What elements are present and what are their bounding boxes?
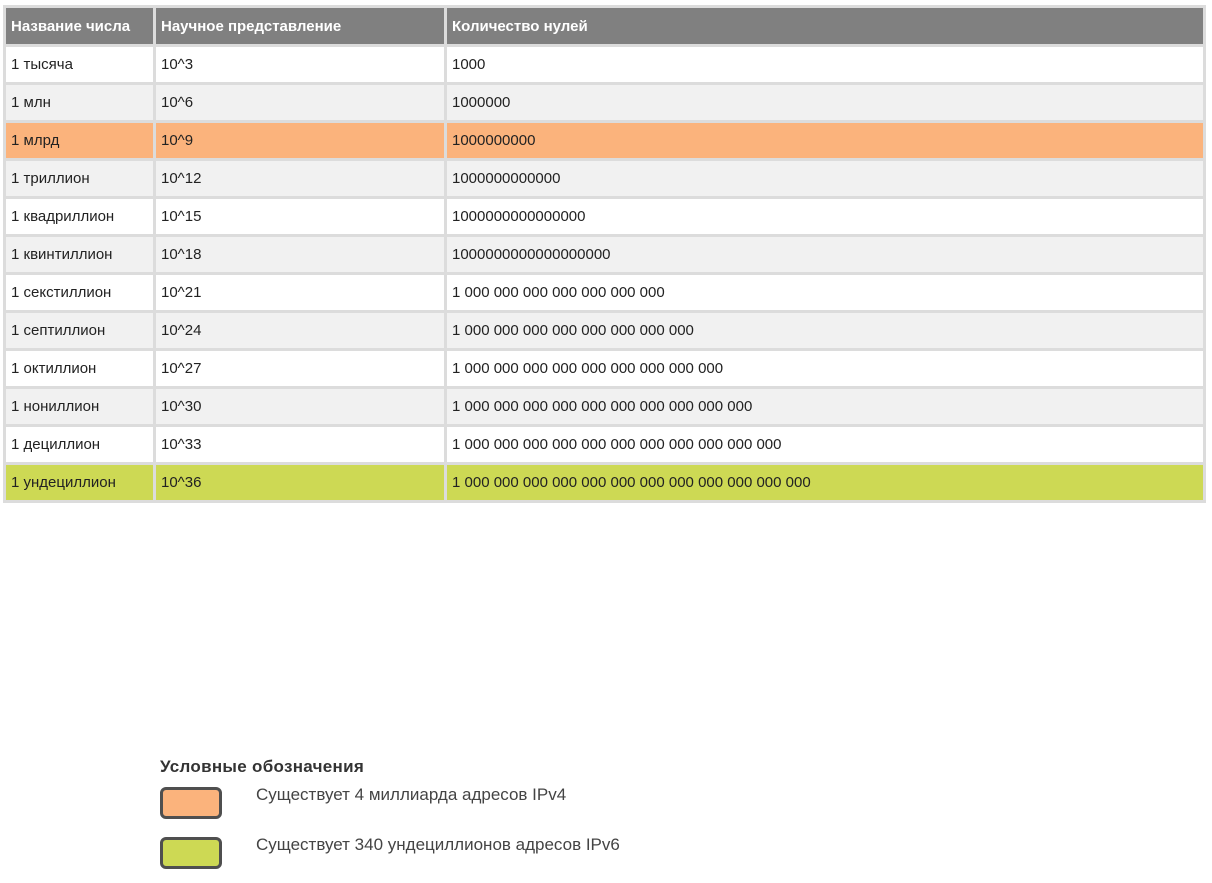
- table-row: 1 секстиллион 10^21 1 000 000 000 000 000 …: [6, 275, 1203, 310]
- cell-number-name: 1 ундециллион: [6, 465, 153, 500]
- cell-zero-count: 1000000000000: [447, 161, 1203, 196]
- cell-zero-count: 1000: [447, 47, 1203, 82]
- table-row: 1 ундециллион 10^36 1 000 000 000 000 000 …: [6, 465, 1203, 500]
- cell-scientific-notation: 10^9: [156, 123, 444, 158]
- ipv6-color-swatch: [160, 837, 222, 869]
- cell-number-name: 1 млрд: [6, 123, 153, 158]
- ipv4-color-swatch: [160, 787, 222, 819]
- table-row: 1 октиллион 10^27 1 000 000 000 000 000 00…: [6, 351, 1203, 386]
- cell-number-name: 1 квинтиллион: [6, 237, 153, 272]
- cell-number-name: 1 секстиллион: [6, 275, 153, 310]
- cell-number-name: 1 триллион: [6, 161, 153, 196]
- cell-zero-count: 1 000 000 000 000 000 000 000 000 000 00…: [447, 465, 1203, 500]
- cell-scientific-notation: 10^36: [156, 465, 444, 500]
- cell-scientific-notation: 10^3: [156, 47, 444, 82]
- header-scientific-notation: Научное представление: [156, 8, 444, 44]
- cell-zero-count: 1000000: [447, 85, 1203, 120]
- cell-scientific-notation: 10^21: [156, 275, 444, 310]
- cell-zero-count: 1000000000: [447, 123, 1203, 158]
- legend-title: Условные обозначения: [160, 757, 365, 776]
- table-row: 1 млрд 10^9 1000000000: [6, 123, 1203, 158]
- header-zero-count: Количество нулей: [447, 8, 1203, 44]
- table-row: 1 септиллион 10^24 1 000 000 000 000 000 0…: [6, 313, 1203, 348]
- table-row: 1 квинтиллион 10^18 1000000000000000000: [6, 237, 1203, 272]
- legend-item-ipv6: Существует 340 ундециллионов адресов IPv…: [160, 835, 860, 883]
- page: Название числа Научное представление Кол…: [0, 0, 1212, 883]
- cell-number-name: 1 октиллион: [6, 351, 153, 386]
- table-body: 1 тысяча 10^3 1000 1 млн 10^6 1000000 1 млрд 10…: [6, 47, 1203, 500]
- table-row: 1 млн 10^6 1000000: [6, 85, 1203, 120]
- cell-number-name: 1 дециллион: [6, 427, 153, 462]
- cell-zero-count: 1 000 000 000 000 000 000 000: [447, 275, 1203, 310]
- cell-zero-count: 1000000000000000000: [447, 237, 1203, 272]
- header-number-name: Название числа: [6, 8, 153, 44]
- cell-zero-count: 1 000 000 000 000 000 000 000 000 000 00…: [447, 389, 1203, 424]
- legend-label-ipv4: Существует 4 миллиарда адресов IPv4: [256, 785, 567, 804]
- cell-number-name: 1 квадриллион: [6, 199, 153, 234]
- table-row: 1 квадриллион 10^15 1000000000000000: [6, 199, 1203, 234]
- table-row: 1 нониллион 10^30 1 000 000 000 000 000 00…: [6, 389, 1203, 424]
- cell-scientific-notation: 10^24: [156, 313, 444, 348]
- cell-scientific-notation: 10^15: [156, 199, 444, 234]
- cell-number-name: 1 млн: [6, 85, 153, 120]
- cell-scientific-notation: 10^6: [156, 85, 444, 120]
- table-row: 1 триллион 10^12 1000000000000: [6, 161, 1203, 196]
- cell-zero-count: 1 000 000 000 000 000 000 000 000: [447, 313, 1203, 348]
- cell-scientific-notation: 10^33: [156, 427, 444, 462]
- cell-scientific-notation: 10^30: [156, 389, 444, 424]
- cell-scientific-notation: 10^18: [156, 237, 444, 272]
- cell-scientific-notation: 10^27: [156, 351, 444, 386]
- cell-number-name: 1 септиллион: [6, 313, 153, 348]
- legend-label-ipv6: Существует 340 ундециллионов адресов IPv…: [256, 835, 620, 854]
- legend: Условные обозначения Существует 4 миллиа…: [160, 757, 860, 883]
- table-row: 1 тысяча 10^3 1000: [6, 47, 1203, 82]
- cell-number-name: 1 тысяча: [6, 47, 153, 82]
- cell-number-name: 1 нониллион: [6, 389, 153, 424]
- cell-zero-count: 1000000000000000: [447, 199, 1203, 234]
- cell-zero-count: 1 000 000 000 000 000 000 000 000 000: [447, 351, 1203, 386]
- legend-item-ipv4: Существует 4 миллиарда адресов IPv4: [160, 785, 860, 835]
- cell-scientific-notation: 10^12: [156, 161, 444, 196]
- table-header-row: Название числа Научное представление Кол…: [6, 8, 1203, 44]
- table-row: 1 дециллион 10^33 1 000 000 000 000 000 00…: [6, 427, 1203, 462]
- number-names-table: Название числа Научное представление Кол…: [3, 5, 1206, 503]
- cell-zero-count: 1 000 000 000 000 000 000 000 000 000 00…: [447, 427, 1203, 462]
